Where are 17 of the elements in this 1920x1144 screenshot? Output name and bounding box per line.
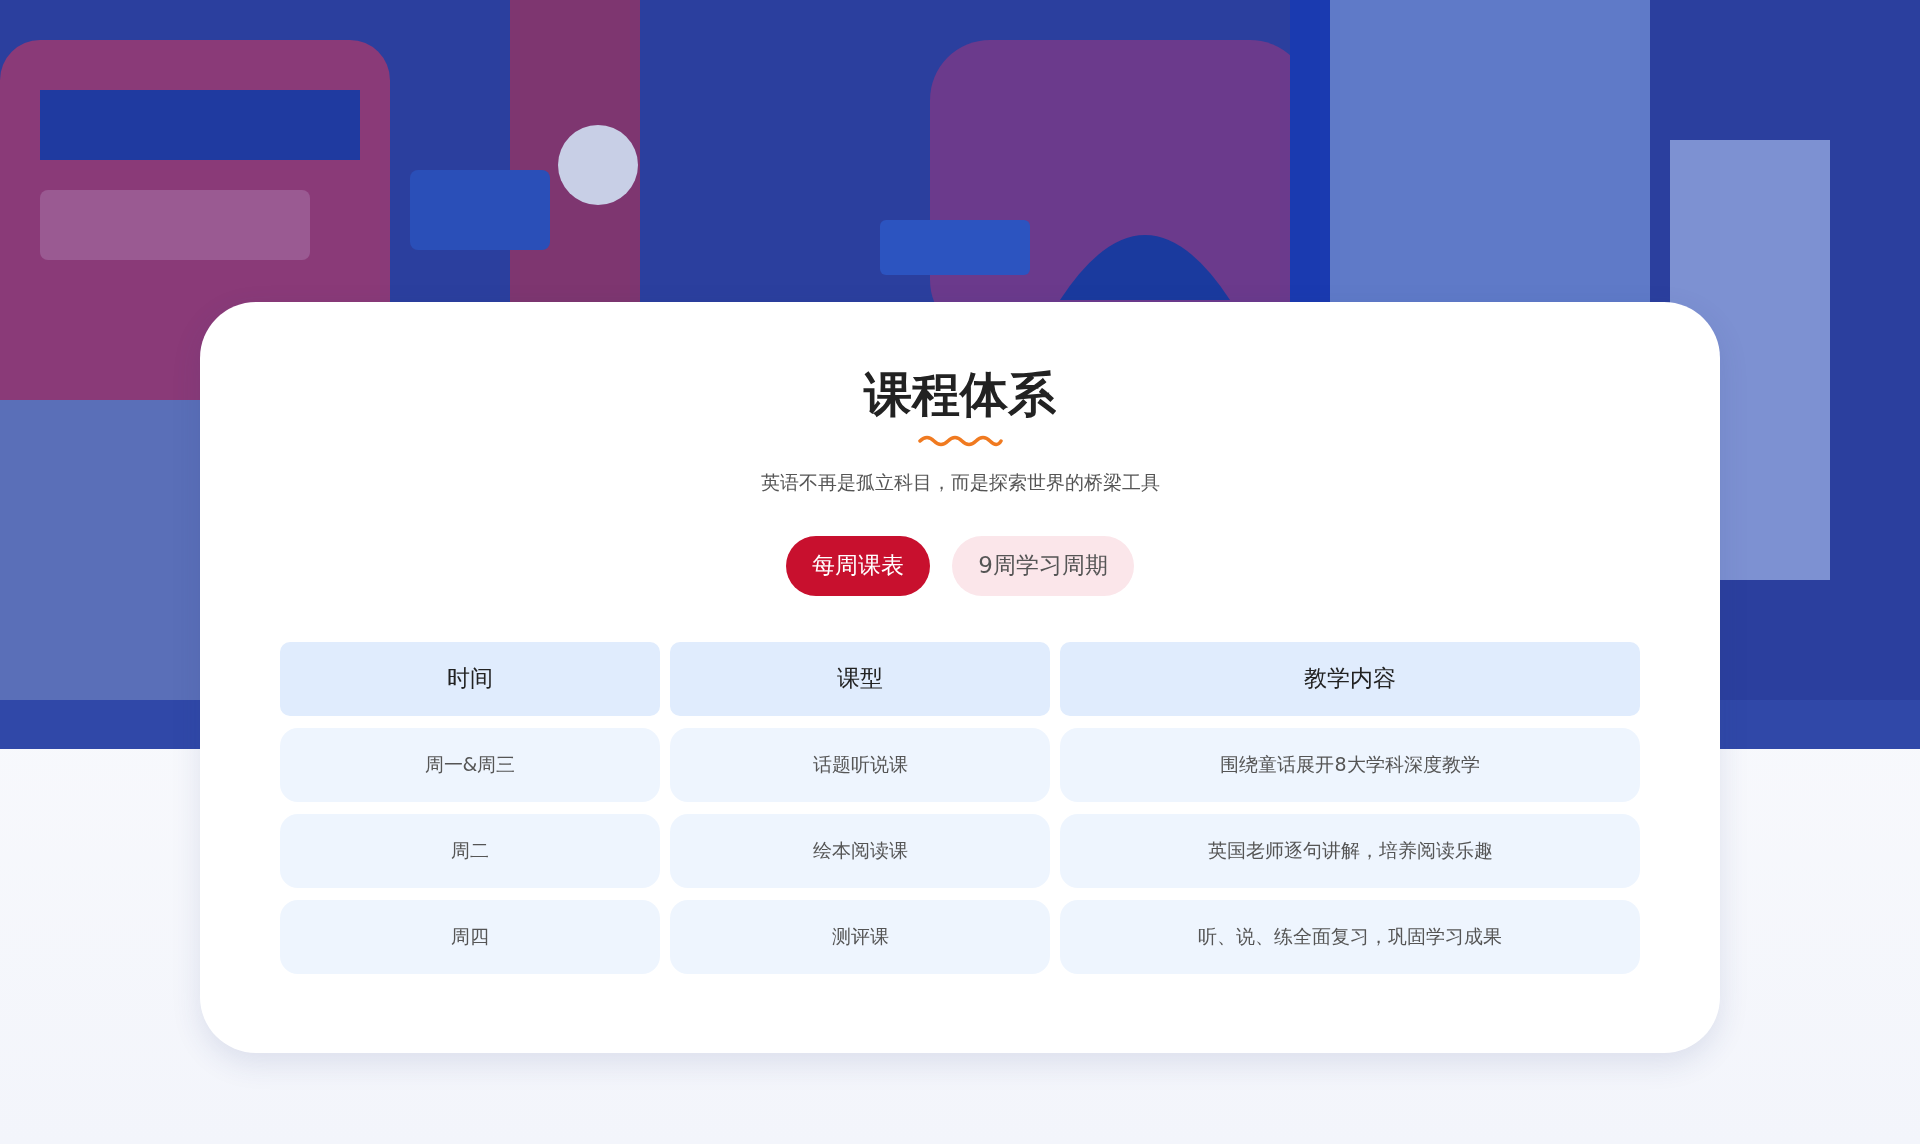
table-cell: 测评课 [670, 899, 1050, 974]
table-cell: 周二 [280, 813, 660, 888]
tab[interactable]: 9周学习周期 [952, 535, 1134, 596]
wave-icon [917, 433, 1003, 448]
column-header: 课型 [670, 641, 1050, 716]
table-cell: 周一&周三 [280, 727, 660, 802]
section-title: 课程体系 [864, 366, 1056, 424]
table-cell: 周四 [280, 899, 660, 974]
table-cell: 话题听说课 [670, 727, 1050, 802]
section-subtitle: 英语不再是孤立科目，而是探索世界的桥梁工具 [760, 469, 1160, 495]
table-cell: 听、说、练全面复习，巩固学习成果 [1060, 899, 1640, 974]
column-header: 时间 [280, 641, 660, 716]
table-cell: 围绕童话展开8大学科深度教学 [1060, 727, 1640, 802]
tab[interactable]: 每周课表 [786, 535, 931, 596]
table-cell: 英国老师逐句讲解，培养阅读乐趣 [1060, 813, 1640, 888]
table-cell: 绘本阅读课 [670, 813, 1050, 888]
column-header: 教学内容 [1060, 641, 1640, 716]
